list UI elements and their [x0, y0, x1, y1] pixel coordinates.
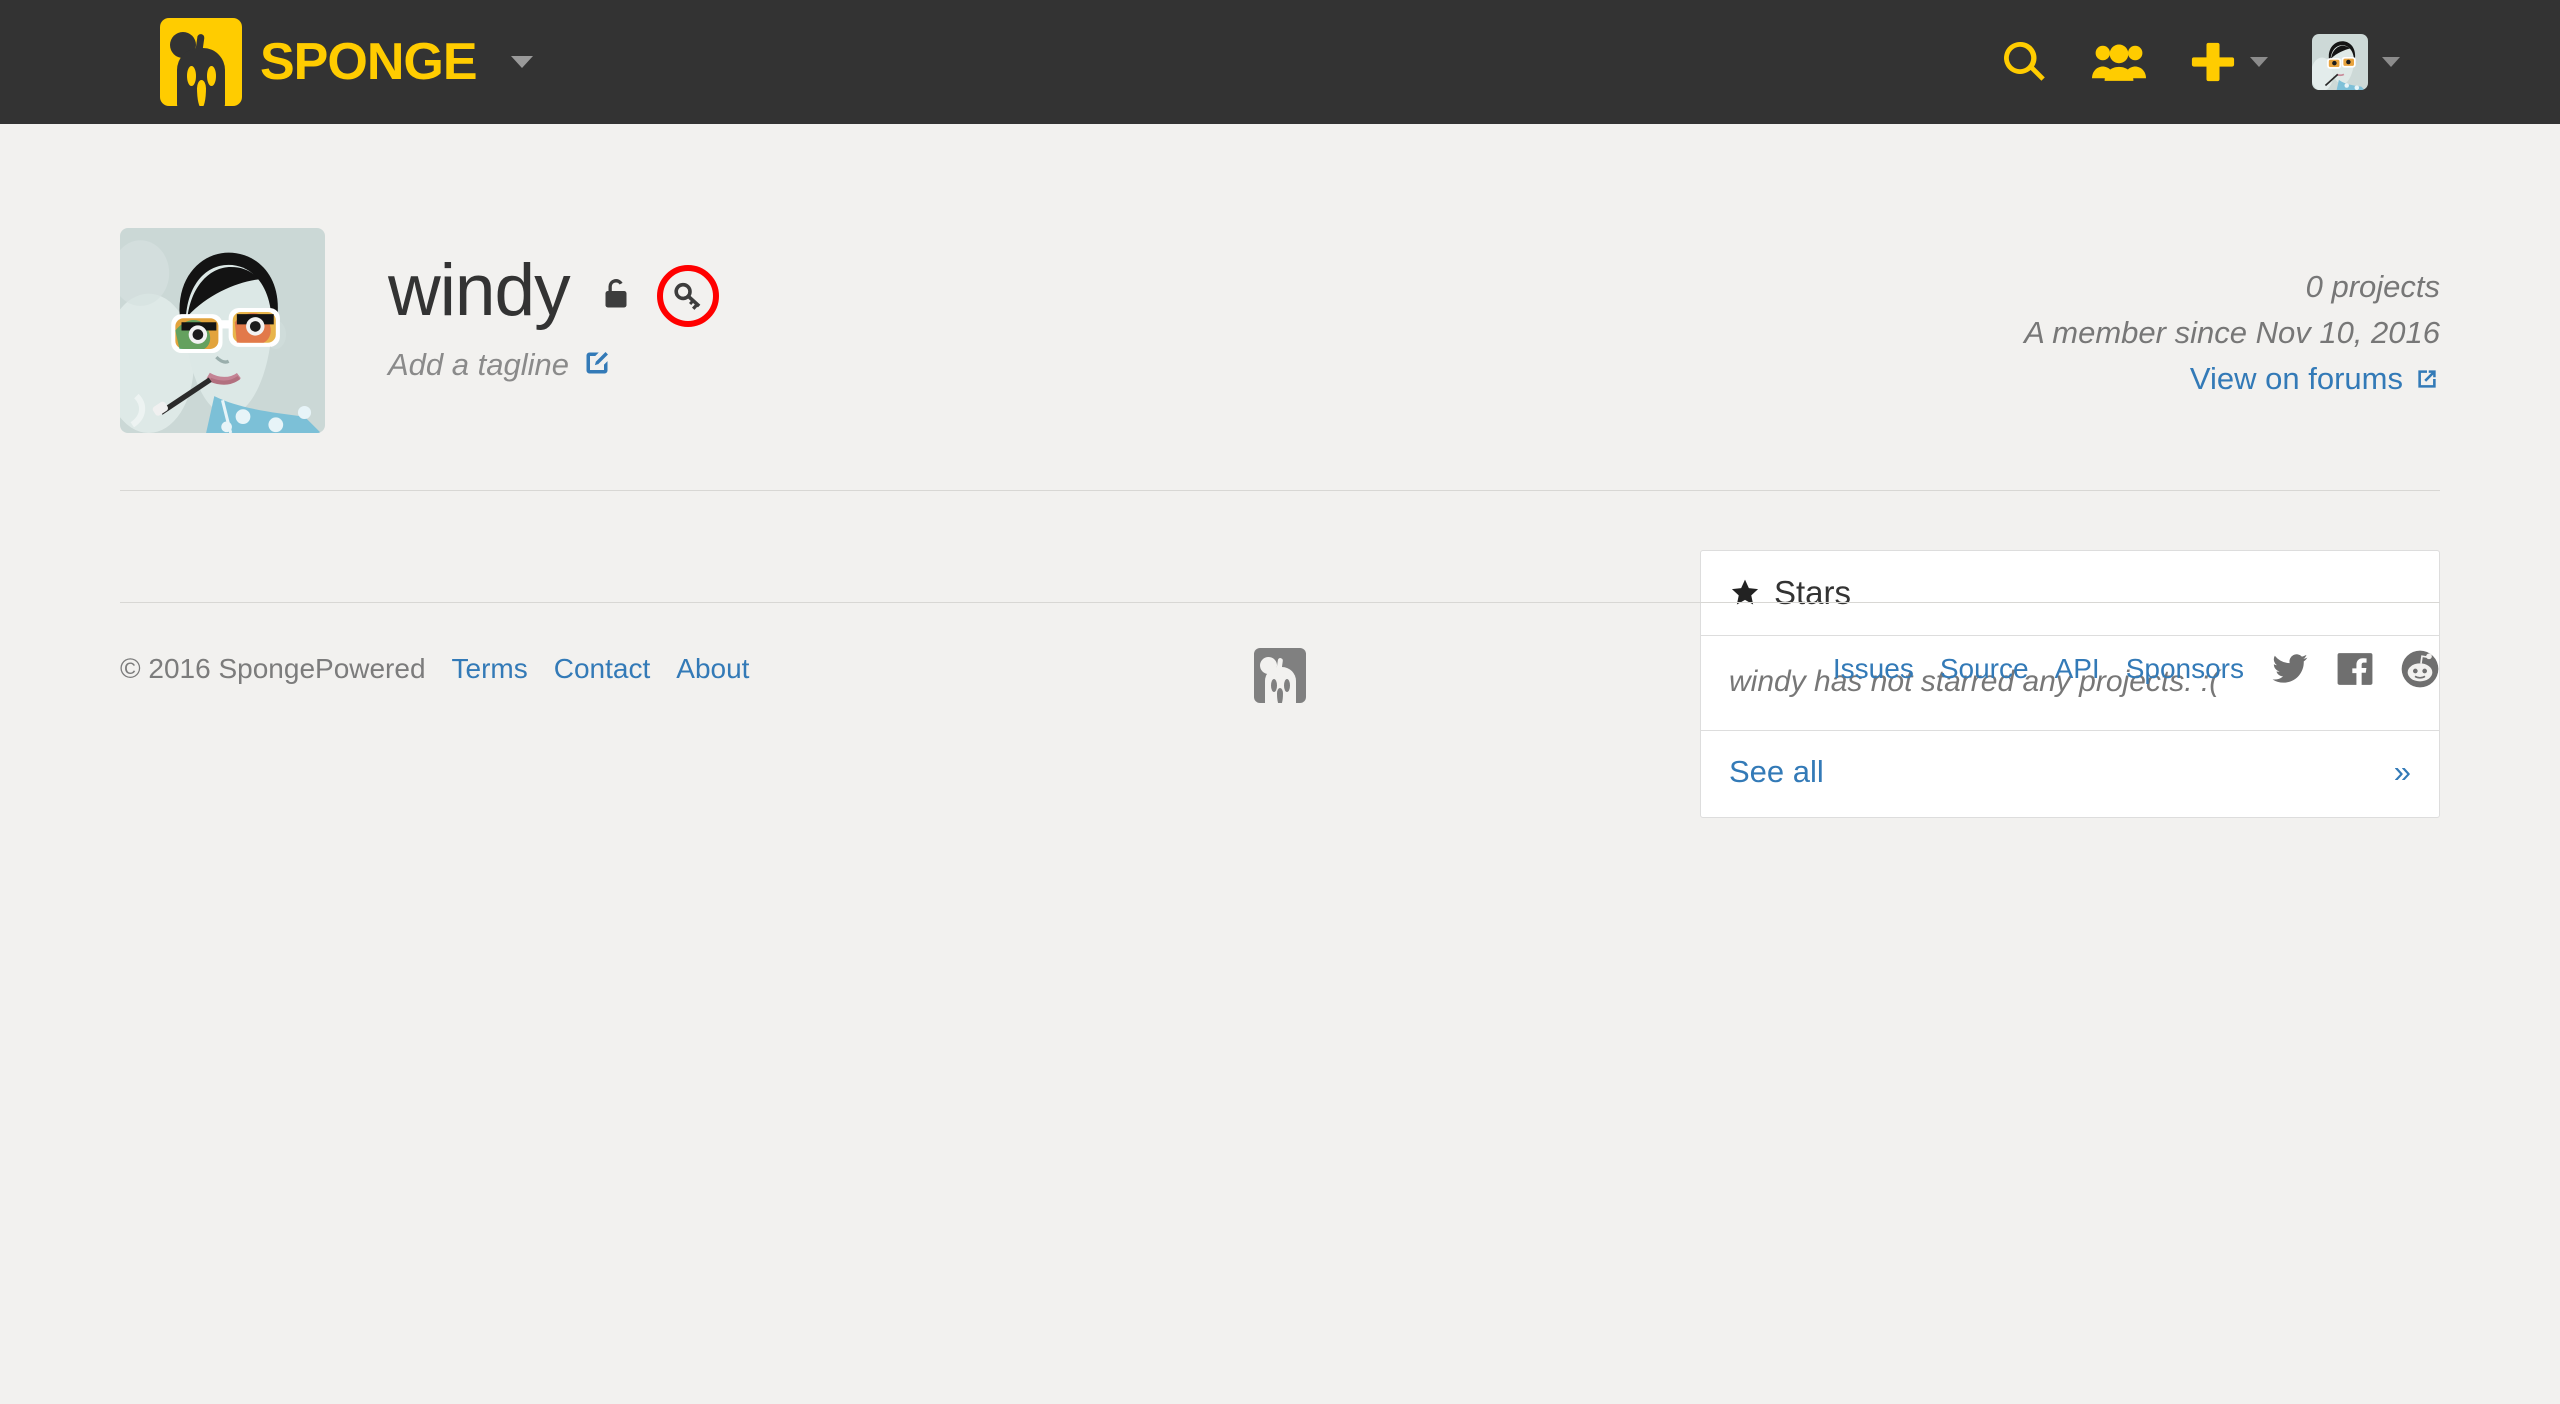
plus-icon	[2191, 42, 2235, 82]
footer-link-source[interactable]: Source	[1940, 653, 2029, 685]
footer-left-links: © 2016 SpongePowered Terms Contact About	[120, 653, 749, 685]
tagline-placeholder: Add a tagline	[388, 347, 569, 382]
top-navbar: SPONGE	[0, 0, 2560, 124]
tagline-row[interactable]: Add a tagline	[388, 347, 719, 383]
create-new-button[interactable]	[2190, 39, 2268, 85]
section-divider	[120, 490, 2440, 491]
user-menu-button[interactable]	[2312, 34, 2400, 90]
page-container: windy Add a tagline 0 projects A member …	[120, 124, 2440, 818]
brand-link[interactable]: SPONGE	[160, 18, 533, 106]
member-since: A member since Nov 10, 2016	[2024, 314, 2440, 350]
page-footer: © 2016 SpongePowered Terms Contact About…	[120, 602, 2440, 818]
footer-link-about[interactable]: About	[676, 653, 749, 685]
facebook-icon[interactable]	[2336, 650, 2374, 688]
profile-info: windy Add a tagline	[388, 228, 719, 383]
avatar	[2312, 34, 2368, 90]
reddit-icon[interactable]	[2400, 649, 2440, 689]
search-button[interactable]	[2000, 38, 2048, 86]
organizations-button[interactable]	[2092, 40, 2146, 84]
footer-link-contact[interactable]: Contact	[554, 653, 651, 685]
caret-down-icon[interactable]	[2382, 57, 2400, 67]
footer-link-sponsors[interactable]: Sponsors	[2126, 653, 2244, 685]
footer-logo[interactable]	[1254, 648, 1306, 703]
profile-stats: 0 projects A member since Nov 10, 2016 V…	[2024, 264, 2440, 402]
view-on-forums-label: View on forums	[2189, 360, 2403, 396]
twitter-icon[interactable]	[2270, 650, 2310, 688]
api-key-button[interactable]	[656, 264, 719, 327]
view-on-forums-link[interactable]: View on forums	[2190, 356, 2440, 402]
navbar-actions	[2000, 34, 2400, 90]
username-row: windy	[388, 254, 719, 327]
footer-content: © 2016 SpongePowered Terms Contact About…	[120, 603, 2440, 703]
footer-link-issues[interactable]: Issues	[1833, 653, 1914, 685]
external-link-icon	[2418, 370, 2436, 388]
footer-link-api[interactable]: API	[2055, 653, 2100, 685]
search-icon	[2004, 41, 2045, 81]
unlock-icon	[601, 276, 631, 317]
footer-right-links: Issues Source API Sponsors	[1833, 649, 2440, 689]
chevron-down-icon[interactable]	[510, 56, 533, 68]
profile-header: windy Add a tagline 0 projects A member …	[120, 124, 2440, 433]
caret-down-icon[interactable]	[2250, 57, 2268, 67]
brand-name: SPONGE	[260, 33, 477, 91]
avatar[interactable]	[120, 228, 325, 433]
copyright-text: © 2016 SpongePowered	[120, 653, 426, 684]
sponge-logo-icon	[160, 18, 242, 106]
key-icon	[674, 282, 700, 310]
edit-pencil-square-icon[interactable]	[583, 349, 611, 382]
users-group-icon	[2092, 44, 2146, 81]
sponge-logo-icon	[1254, 648, 1306, 703]
footer-link-terms[interactable]: Terms	[452, 653, 528, 685]
projects-count: 0 projects	[2305, 269, 2440, 304]
page-title: windy	[388, 250, 571, 331]
